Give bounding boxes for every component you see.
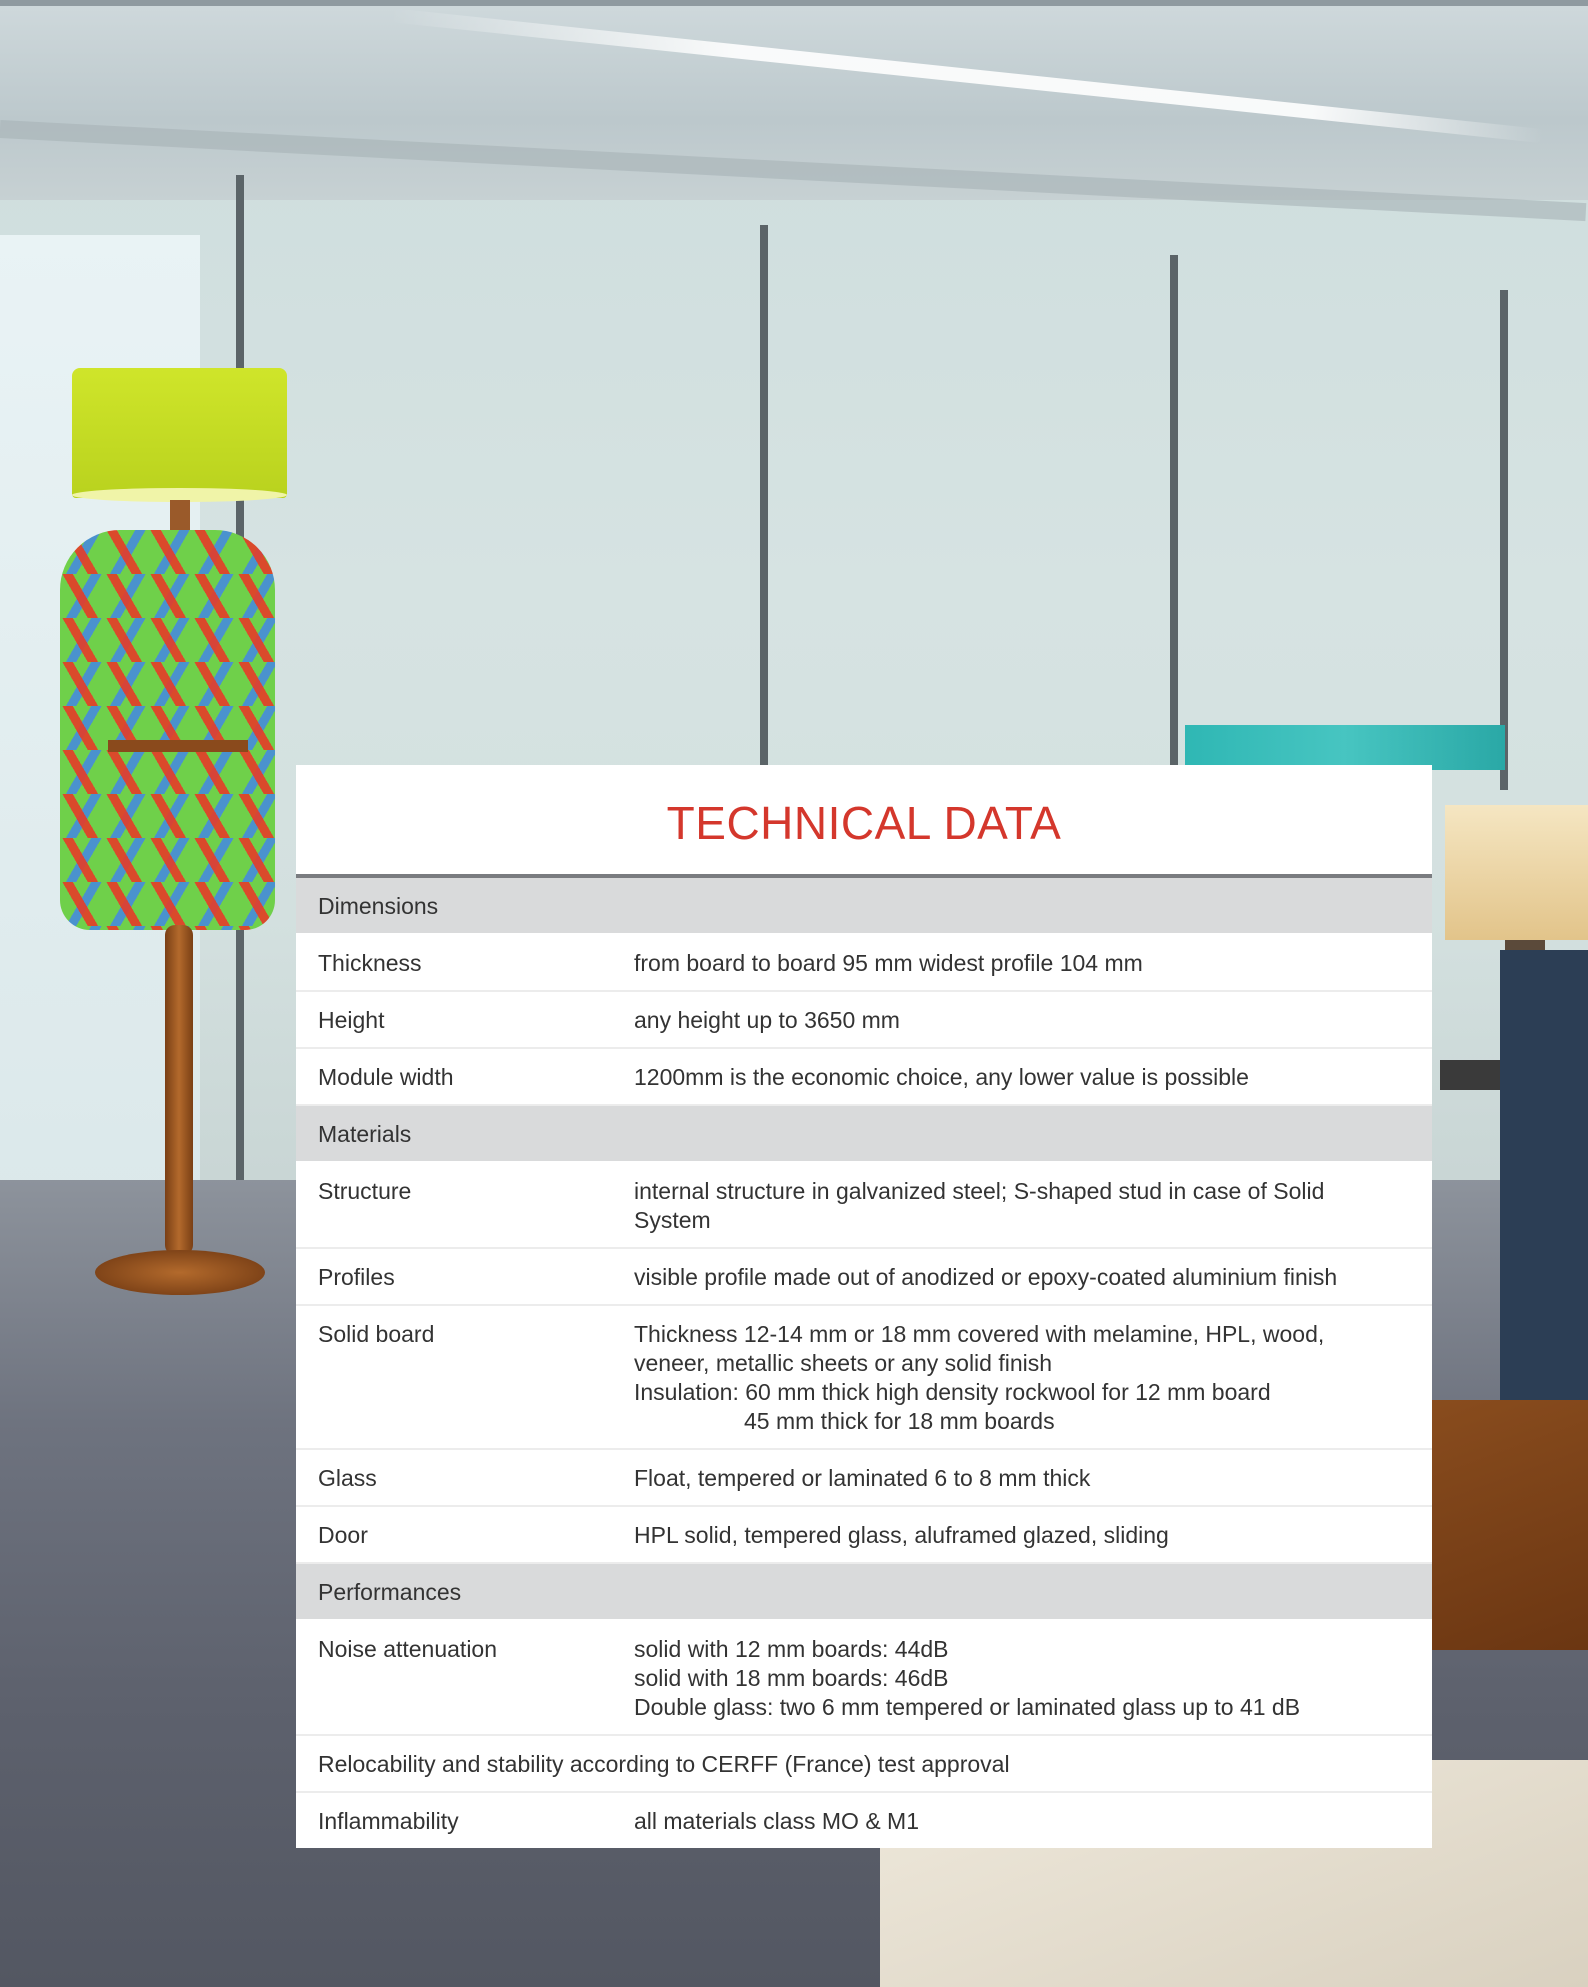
row-label: Thickness (318, 950, 422, 976)
row-label: Glass (318, 1465, 377, 1491)
row-label: Module width (318, 1064, 454, 1090)
table-row-inflammability: Inflammability all materials class MO & … (296, 1793, 1432, 1848)
technical-data-card: TECHNICAL DATA Dimensions Thickness from… (296, 765, 1432, 1848)
value-line: Thickness 12-14 mm or 18 mm covered with… (634, 1321, 1325, 1347)
row-value: all materials class MO & M1 (634, 1807, 1432, 1836)
value-line: Insulation: 60 mm thick high density roc… (634, 1379, 1271, 1405)
row-label: Profiles (318, 1264, 395, 1290)
row-value: solid with 12 mm boards: 44dB solid with… (634, 1635, 1432, 1722)
page-title: TECHNICAL DATA (666, 796, 1062, 849)
value-line: any height up to 3650 mm (634, 1007, 900, 1033)
table-row-solid-board: Solid board Thickness 12-14 mm or 18 mm … (296, 1306, 1432, 1450)
ceiling-edge (0, 0, 1588, 6)
value-line: veneer, metallic sheets or any solid fin… (634, 1350, 1053, 1376)
table-row-thickness: Thickness from board to board 95 mm wide… (296, 935, 1432, 992)
table-row-module-width: Module width 1200mm is the economic choi… (296, 1049, 1432, 1106)
row-value: internal structure in galvanized steel; … (634, 1177, 1432, 1235)
table-row-structure: Structure internal structure in galvaniz… (296, 1163, 1432, 1249)
row-value: from board to board 95 mm widest profile… (634, 949, 1432, 978)
row-label: Inflammability (318, 1808, 459, 1834)
table-row-noise-attenuation: Noise attenuation solid with 12 mm board… (296, 1621, 1432, 1736)
value-line: 45 mm thick for 18 mm boards (744, 1408, 1055, 1434)
section-label: Performances (318, 1579, 462, 1605)
value-line: internal structure in galvanized steel; … (634, 1178, 1325, 1204)
row-text: Relocability and stability according to … (318, 1751, 1010, 1777)
lamp-shade (72, 368, 287, 498)
row-value: Float, tempered or laminated 6 to 8 mm t… (634, 1464, 1432, 1493)
value-line: 1200mm is the economic choice, any lower… (634, 1064, 1249, 1090)
table-lamp-shade (1445, 805, 1588, 940)
value-line: HPL solid, tempered glass, aluframed gla… (634, 1522, 1169, 1548)
mannequin-torso (60, 530, 275, 930)
table-row-height: Height any height up to 3650 mm (296, 992, 1432, 1049)
outdoor-view (1185, 725, 1505, 770)
row-label: Door (318, 1522, 368, 1548)
row-value: HPL solid, tempered glass, aluframed gla… (634, 1521, 1432, 1550)
value-line: System (634, 1207, 711, 1233)
value-line: visible profile made out of anodized or … (634, 1264, 1338, 1290)
value-line: Double glass: two 6 mm tempered or lamin… (634, 1694, 1301, 1720)
table-row-glass: Glass Float, tempered or laminated 6 to … (296, 1450, 1432, 1507)
row-value: 1200mm is the economic choice, any lower… (634, 1063, 1432, 1092)
mannequin-base (95, 1250, 265, 1295)
row-value: Thickness 12-14 mm or 18 mm covered with… (634, 1320, 1432, 1436)
row-label: Structure (318, 1178, 412, 1204)
value-line: all materials class MO & M1 (634, 1808, 920, 1834)
row-value: any height up to 3650 mm (634, 1006, 1432, 1035)
table-row-profiles: Profiles visible profile made out of ano… (296, 1249, 1432, 1306)
window-mullion (1170, 255, 1178, 765)
table-row-door: Door HPL solid, tempered glass, aluframe… (296, 1507, 1432, 1564)
section-header-performances: Performances (296, 1564, 1432, 1621)
window-mullion (1500, 290, 1508, 790)
value-line: solid with 12 mm boards: 44dB (634, 1636, 949, 1662)
row-label: Height (318, 1007, 385, 1033)
value-line: solid with 18 mm boards: 46dB (634, 1665, 949, 1691)
mannequin-belt (108, 740, 248, 752)
section-header-materials: Materials (296, 1106, 1432, 1163)
value-line: from board to board 95 mm widest profile… (634, 950, 1143, 976)
value-line: Float, tempered or laminated 6 to 8 mm t… (634, 1465, 1091, 1491)
row-value: visible profile made out of anodized or … (634, 1263, 1432, 1292)
table-row-relocability: Relocability and stability according to … (296, 1736, 1432, 1793)
mannequin-stand (165, 925, 193, 1255)
row-label: Noise attenuation (318, 1636, 498, 1662)
section-label: Materials (318, 1121, 412, 1147)
row-label: Solid board (318, 1321, 435, 1347)
section-header-dimensions: Dimensions (296, 878, 1432, 935)
section-label: Dimensions (318, 893, 439, 919)
